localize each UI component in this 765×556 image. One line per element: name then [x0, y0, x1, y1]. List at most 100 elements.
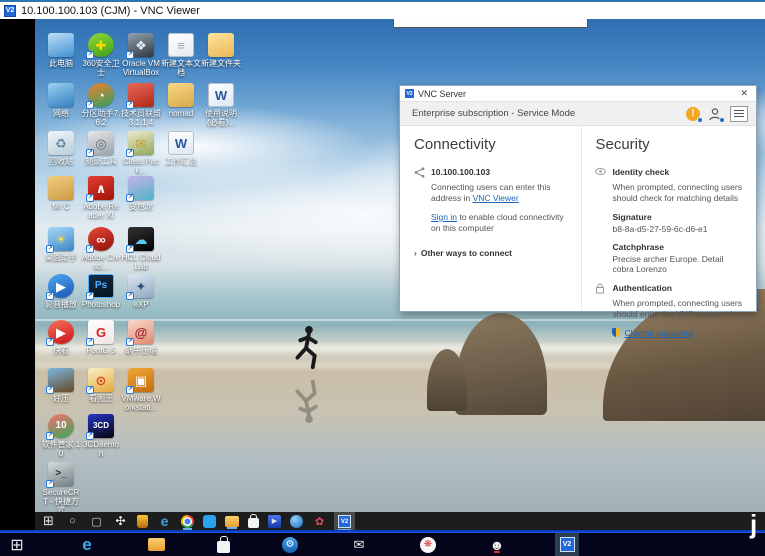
desktop-icon-360-safety[interactable]: ✚↗360安全卫士: [81, 33, 121, 77]
desktop-icon-network[interactable]: 网络: [41, 83, 81, 118]
sign-in-link[interactable]: Sign in: [431, 212, 457, 222]
window-titlebar[interactable]: V2 10.100.100.103 (CJM) - VNC Viewer: [0, 0, 765, 19]
desktop-icon-video-player[interactable]: ▶↗影音播放: [41, 274, 81, 309]
desktop-icon-word-readme[interactable]: W使用说明(必看)...: [201, 83, 241, 127]
dialog-titlebar[interactable]: V2 VNC Server ✕: [400, 86, 756, 101]
desktop-icon-label: 新建文本文档: [161, 59, 201, 77]
store-icon[interactable]: [248, 518, 259, 528]
identity-check-description: When prompted, connecting users should c…: [612, 182, 746, 204]
cortana-button[interactable]: ○: [65, 514, 80, 529]
desktop-icon-g-app[interactable]: G↗FontG 5: [81, 320, 121, 355]
desktop-icon-partition-assistant[interactable]: ◔↗分区助手7.6.2: [81, 83, 121, 127]
media-app-icon[interactable]: ✿: [312, 514, 327, 529]
vnc-viewer-link[interactable]: VNC Viewer: [473, 193, 519, 203]
chrome-icon[interactable]: [181, 515, 194, 528]
vnc-viewer-toolbar-tab[interactable]: [393, 19, 588, 28]
desktop-icon-exp-tool[interactable]: ✦↗eXP: [121, 274, 161, 309]
video-app-icon[interactable]: ▶: [268, 515, 281, 528]
shortcut-arrow-badge: ↗: [86, 51, 94, 59]
shortcut-arrow-badge: ↗: [46, 480, 54, 488]
users-status-icon[interactable]: [708, 107, 722, 121]
desktop-icon-mrc-folder[interactable]: Mr C: [41, 176, 81, 211]
desktop-icon-snail-zip[interactable]: @↗蜗牛压缩: [121, 320, 161, 355]
desktop-icon-archive-tool[interactable]: ↗好压: [41, 368, 81, 403]
desktop-icon-label: Adobe Creati...: [81, 253, 121, 271]
warning-status-icon[interactable]: !: [686, 107, 700, 121]
host-fan-app-icon[interactable]: ❋: [420, 537, 436, 553]
g-app-icon: G↗: [88, 320, 114, 344]
desktop-icon-new-text-doc[interactable]: ≡新建文本文档: [161, 33, 201, 77]
shortcut-arrow-badge: ↗: [126, 292, 134, 300]
authentication-description: When prompted, connecting users should e…: [612, 298, 746, 320]
hamburger-menu-icon[interactable]: [730, 106, 748, 122]
other-ways-to-connect[interactable]: ›Other ways to connect: [414, 248, 571, 258]
360-pinwheel-icon[interactable]: ✣: [113, 514, 128, 529]
exp-tool-icon: ✦↗: [128, 274, 154, 298]
host-gear-app-icon[interactable]: ⚙: [282, 537, 298, 553]
shortcut-arrow-badge: ↗: [126, 245, 134, 253]
desktop-icon-label: nomad: [161, 109, 201, 118]
host-edge-icon[interactable]: e: [78, 536, 96, 554]
shortcut-arrow-badge: ↗: [46, 338, 54, 346]
desktop-icon-new-folder[interactable]: 新建文件夹: [201, 33, 241, 68]
globe-browser-icon[interactable]: [290, 515, 303, 528]
task-view-button[interactable]: ▢: [89, 514, 104, 529]
desktop-icon-photoshop[interactable]: Ps↗Photoshop: [81, 274, 121, 309]
vnc-server-tray-icon[interactable]: V2: [336, 514, 353, 529]
change-password-link[interactable]: Change password: [624, 328, 693, 338]
vnc-server-dialog: V2 VNC Server ✕ Enterprise subscription …: [399, 85, 757, 312]
desktop-icon-word-summary[interactable]: W工作汇总: [161, 131, 201, 166]
desktop-icon-3cdaemon[interactable]: 3CD↗3CDaemon: [81, 414, 121, 458]
desktop-icon-adobe-reader[interactable]: ∧↗Adobe Reader XI: [81, 176, 121, 220]
desktop-icon-label: 回收站: [41, 157, 81, 166]
desktop-icon-manager-10[interactable]: 10↗软件管家 10: [41, 414, 81, 458]
host-store-icon[interactable]: [217, 541, 230, 553]
desktop-icon-this-pc[interactable]: 此电脑: [41, 33, 81, 68]
connectivity-heading: Connectivity: [414, 136, 571, 153]
snail-zip-icon: @↗: [128, 320, 154, 344]
desktop-icon-recycle-bin[interactable]: ♻回收站: [41, 131, 81, 166]
close-icon[interactable]: ✕: [737, 88, 751, 99]
desktop-icon-vmware[interactable]: ▣↗VMware Workstati...: [121, 368, 161, 412]
identity-check-title: Identity check: [612, 167, 669, 177]
desktop-icon-securecrt[interactable]: >_↗SecureCRT - 快捷方式: [41, 462, 81, 515]
remote-taskbar: ⊞ ○ ▢ ✣ e ▶ ✿ V2: [35, 512, 765, 530]
desktop-icon-red-folder-3114[interactable]: ↗技术员联盟 3.1.1.4: [121, 83, 161, 127]
desktop-icon-adobe-creative[interactable]: ∞↗Adobe Creati...: [81, 227, 121, 271]
desktop-icon-label: 3CDaemon: [81, 440, 121, 458]
edge-icon[interactable]: e: [157, 514, 172, 529]
host-start-button[interactable]: ⊞: [8, 536, 26, 554]
shortcut-arrow-badge: ↗: [86, 292, 94, 300]
host-qq-icon[interactable]: ☻: [488, 536, 506, 554]
desktop-icon-chameleon[interactable]: ↗变色龙: [121, 176, 161, 211]
desktop-icon-label: Class Pack...: [121, 157, 161, 175]
desktop-icon-virtualbox[interactable]: ❖↗Oracle VM VirtualBox: [121, 33, 161, 77]
host-mail-icon[interactable]: ✉: [350, 536, 368, 554]
vmware-icon: ▣↗: [128, 368, 154, 392]
desktop-icon-burn-tool[interactable]: ◎↗刻录工具: [81, 131, 121, 166]
signature-label: Signature: [612, 212, 746, 222]
desktop-icon-desktop-helper[interactable]: ☀↗桌面助手: [41, 227, 81, 262]
uac-shield-icon: [612, 328, 620, 337]
desktop-icon-nomad-folder[interactable]: nomad: [161, 83, 201, 118]
desktop-icon-label: 影音播放: [41, 300, 81, 309]
red-folder-3114-icon: ↗: [128, 83, 154, 107]
desktop-icon-hcl-cloud-lab[interactable]: ☁↗ HCL Cloud Lab: [121, 227, 161, 271]
desktop-icon-kuaikan[interactable]: ▶↗快看: [41, 320, 81, 355]
new-folder-icon: [208, 33, 234, 57]
vnc-viewer-window: V2 10.100.100.103 (CJM) - VNC Viewer 此电脑…: [0, 0, 765, 556]
file-explorer-icon[interactable]: [225, 516, 239, 527]
start-button[interactable]: ⊞: [41, 514, 56, 529]
desktop-icon-image-viewer[interactable]: ⊙↗看图王: [81, 368, 121, 403]
desktop-icon-label: 桌面助手: [41, 253, 81, 262]
host-vnc-viewer-icon[interactable]: V2: [558, 536, 576, 554]
subscription-status: Enterprise subscription - Service Mode: [412, 108, 678, 119]
blue-app-icon[interactable]: [203, 515, 216, 528]
desktop-icon-label: HCL Cloud Lab: [121, 253, 161, 271]
desktop-icon-class-pack[interactable]: ✉↗Class Pack...: [121, 131, 161, 175]
host-file-explorer-icon[interactable]: [148, 538, 165, 551]
shortcut-arrow-badge: ↗: [46, 292, 54, 300]
hcl-cloud-lab-icon: ☁↗: [128, 227, 154, 251]
desktop-icon-label: 好压: [41, 394, 81, 403]
mug-app-icon[interactable]: [137, 515, 148, 528]
